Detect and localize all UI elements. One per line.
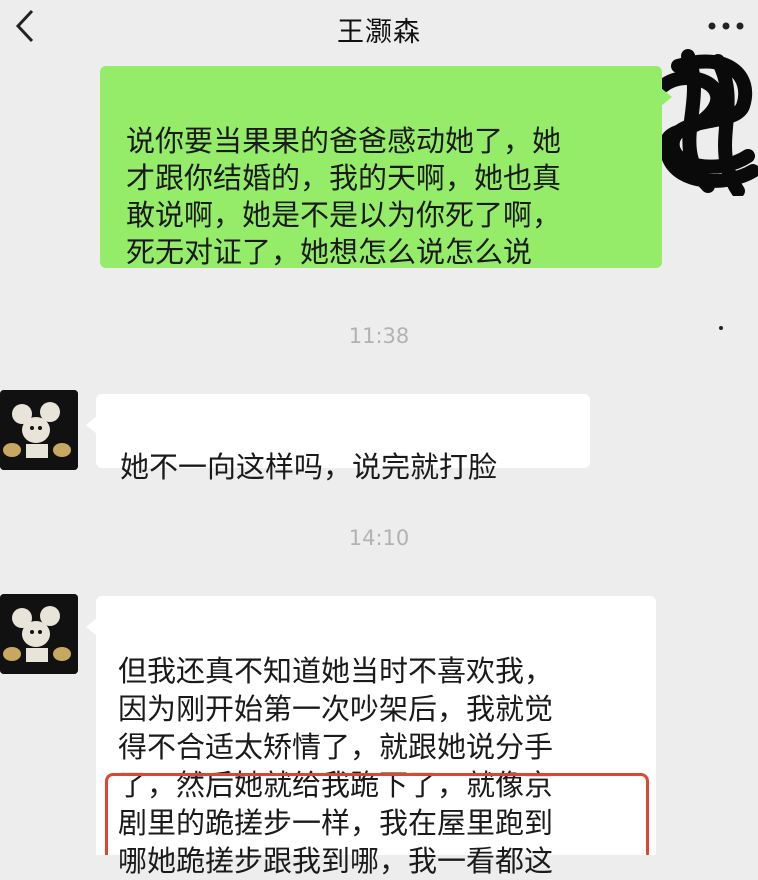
message-text: 说你要当果果的爸爸感动她了，她 才跟你结婚的，我的天啊，她也真 敢说啊，她是不是…	[126, 124, 562, 269]
contact-avatar[interactable]	[0, 390, 78, 470]
timestamp: 14:10	[348, 526, 410, 550]
bubble-tail	[86, 416, 97, 434]
bubble-tail	[86, 618, 97, 636]
redaction-scribble	[656, 49, 758, 196]
chat-title: 王灏森	[337, 17, 421, 48]
mickey-avatar-icon	[0, 594, 78, 674]
chat-header: 王灏森	[0, 0, 758, 56]
mickey-avatar-icon	[0, 390, 78, 470]
contact-avatar[interactable]	[0, 594, 78, 674]
message-bubble-sent[interactable]: 说你要当果果的爸爸感动她了，她 才跟你结婚的，我的天啊，她也真 敢说啊，她是不是…	[100, 66, 672, 269]
message-text: 她不一向这样吗，说完就打脸	[120, 450, 498, 484]
message-bubble-received[interactable]: 她不一向这样吗，说完就打脸	[86, 394, 590, 484]
timestamp: 11:38	[348, 324, 410, 348]
more-dots-icon[interactable]	[706, 20, 746, 32]
bubble-tail	[661, 88, 672, 106]
highlight-annotation-box	[105, 773, 649, 855]
